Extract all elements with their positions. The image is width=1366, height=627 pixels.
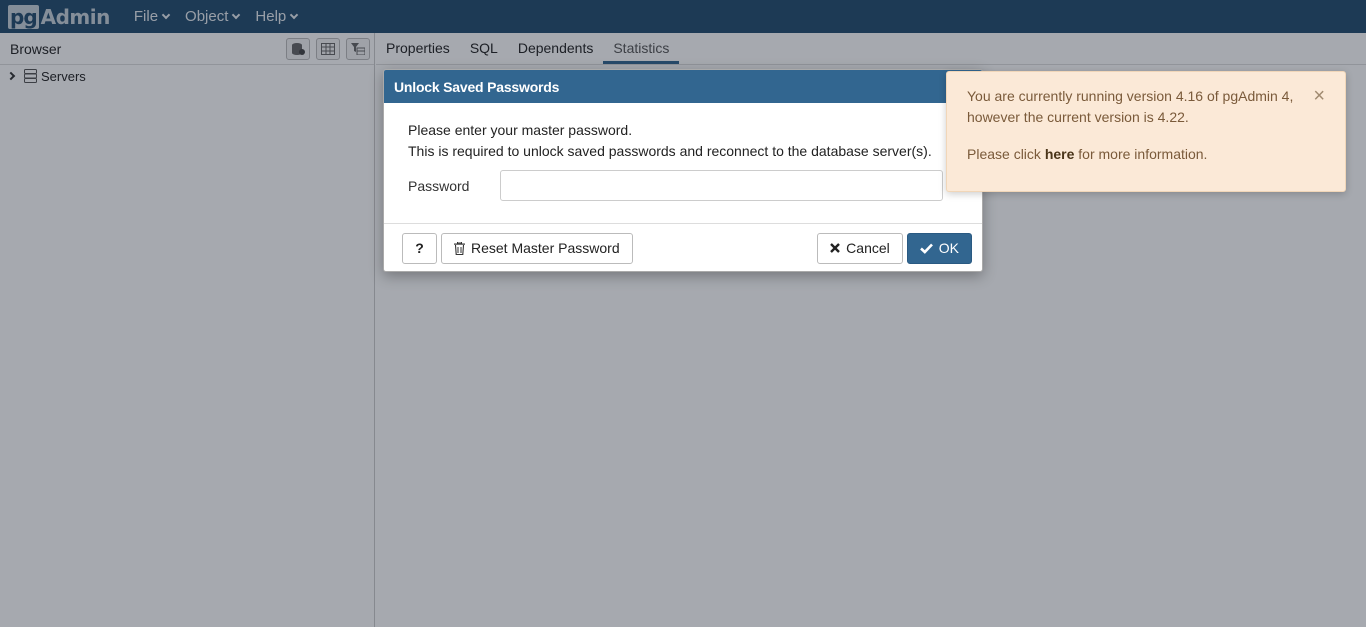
check-icon [919,243,933,254]
reset-master-password-button[interactable]: Reset Master Password [441,232,633,264]
notification-text: You are currently running version 4.16 o… [967,88,1294,125]
notification-text-before: Please click [967,146,1045,162]
reset-label: Reset Master Password [471,240,620,256]
close-icon [830,243,841,253]
cancel-button[interactable]: Cancel [817,232,903,264]
cancel-label: Cancel [846,240,890,256]
dialog-message-line2: This is required to unlock saved passwor… [408,143,932,159]
notification-here-link[interactable]: here [1045,146,1075,162]
password-label: Password [408,177,470,194]
help-button[interactable]: ? [402,232,437,264]
close-icon[interactable]: × [1313,86,1325,106]
notification-text-after: for more information. [1074,146,1208,162]
unlock-passwords-dialog: Unlock Saved Passwords Please enter your… [383,69,983,272]
ok-button[interactable]: OK [906,232,972,264]
trash-icon [454,241,465,255]
dialog-message-line1: Please enter your master password. [408,122,633,138]
version-notification: You are currently running version 4.16 o… [946,71,1346,192]
dialog-body: Please enter your master password. This … [384,103,982,224]
password-row: Password [408,170,958,201]
password-input[interactable] [500,170,943,201]
dialog-title: Unlock Saved Passwords [384,70,982,103]
notification-link-line: Please click here for more information. [967,144,1325,165]
ok-label: OK [938,240,959,256]
dialog-footer: ? Reset Master Password Cancel OK [384,224,982,271]
